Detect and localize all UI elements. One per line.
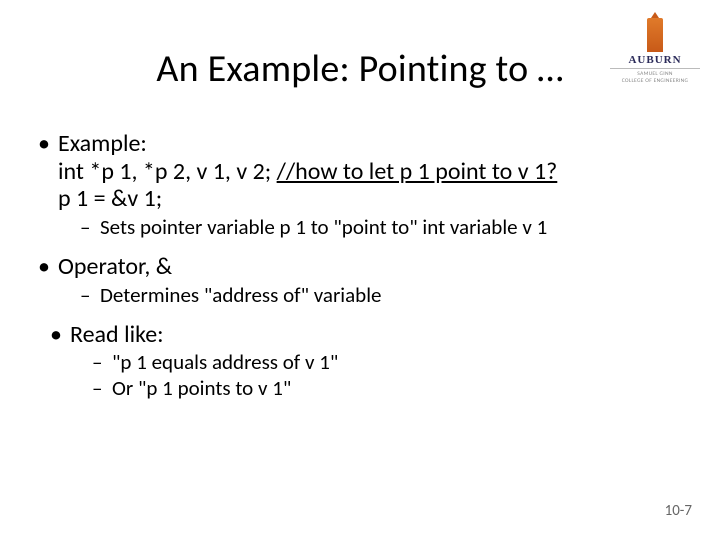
readlike-sub2-text: Or "p 1 points to v 1" (112, 376, 291, 400)
example-line1: int *p 1, *p 2, v 1, v 2; //how to let p… (58, 158, 682, 186)
bullet-operator-head: Operator, & (58, 253, 172, 281)
example-sub-list: – Sets pointer variable p 1 to "point to… (38, 215, 682, 239)
bullet-dot-icon: • (50, 321, 70, 349)
readlike-sub1: – "p 1 equals address of v 1" (92, 350, 682, 374)
bullet-dot-icon: • (38, 253, 58, 281)
dash-icon: – (80, 283, 100, 307)
auburn-logo: AUBURN SAMUEL GINN COLLEGE OF ENGINEERIN… (610, 18, 700, 84)
readlike-sub-list: – "p 1 equals address of v 1" – Or "p 1 … (50, 350, 682, 400)
dash-icon: – (80, 215, 100, 239)
dash-icon: – (92, 376, 112, 400)
bullet-list: • Example: int *p 1, *p 2, v 1, v 2; //h… (38, 130, 682, 401)
logo-university: AUBURN (610, 54, 700, 66)
slide-body: • Example: int *p 1, *p 2, v 1, v 2; //h… (38, 130, 682, 407)
slide-number: 10-7 (665, 502, 692, 520)
example-sub1: – Sets pointer variable p 1 to "point to… (80, 215, 682, 239)
example-sub1-text: Sets pointer variable p 1 to "point to" … (100, 215, 547, 239)
dash-icon: – (92, 350, 112, 374)
logo-divider (610, 68, 700, 69)
bullet-operator: • Operator, & – Determines "address of" … (38, 253, 682, 307)
example-line1-comment: //how to let p 1 point to v 1? (277, 157, 558, 186)
readlike-sub1-text: "p 1 equals address of v 1" (112, 350, 338, 374)
operator-sub1: – Determines "address of" variable (80, 283, 682, 307)
operator-sub1-text: Determines "address of" variable (100, 283, 381, 307)
bullet-dot-icon: • (38, 130, 58, 158)
bullet-example-head: Example: (58, 130, 147, 158)
example-code-block: int *p 1, *p 2, v 1, v 2; //how to let p… (38, 158, 682, 213)
example-line1-code: int *p 1, *p 2, v 1, v 2; (58, 157, 277, 186)
example-line2: p 1 = &v 1; (58, 185, 682, 213)
slide: An Example: Pointing to … AUBURN SAMUEL … (0, 0, 720, 540)
readlike-sub2: – Or "p 1 points to v 1" (92, 376, 682, 400)
logo-sub2: COLLEGE OF ENGINEERING (610, 78, 700, 84)
operator-sub-list: – Determines "address of" variable (38, 283, 682, 307)
bullet-readlike: • Read like: – "p 1 equals address of v … (50, 321, 682, 401)
bullet-example: • Example: int *p 1, *p 2, v 1, v 2; //h… (38, 130, 682, 239)
bullet-readlike-head: Read like: (70, 321, 164, 349)
logo-sub1: SAMUEL GINN (610, 71, 700, 77)
tower-icon (647, 18, 663, 52)
